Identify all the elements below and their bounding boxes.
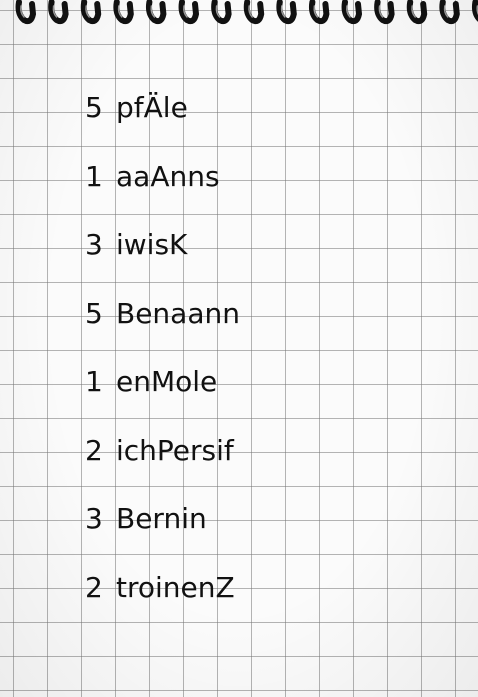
- list-item: 5 Benaann: [85, 294, 240, 363]
- spiral-binding-icon: [15, 0, 478, 25]
- list-item: 1 aaAnns: [85, 157, 240, 226]
- notebook-page: 5 pfÄle 1 aaAnns 3 iwisK 5 Benaann 1 enMole 2…: [0, 0, 478, 697]
- item-quantity: 1: [85, 159, 103, 193]
- item-word: iwisK: [116, 228, 188, 261]
- list-item: 1 enMole: [85, 362, 240, 431]
- item-quantity: 5: [85, 296, 103, 330]
- item-word: troinenZ: [116, 570, 235, 604]
- item-quantity: 2: [85, 570, 103, 604]
- item-quantity: 5: [85, 91, 103, 124]
- item-word: enMole: [116, 365, 218, 398]
- item-word: Benaann: [116, 296, 240, 330]
- list-item: 2 troinenZ: [85, 568, 240, 637]
- item-word: pfÄle: [116, 91, 188, 124]
- item-quantity: 1: [85, 365, 103, 398]
- item-quantity: 3: [85, 502, 103, 535]
- word-list: 5 pfÄle 1 aaAnns 3 iwisK 5 Benaann 1 enMole 2…: [85, 88, 240, 636]
- list-item: 3 iwisK: [85, 225, 240, 294]
- item-quantity: 2: [85, 433, 103, 467]
- item-word: aaAnns: [116, 159, 220, 193]
- item-word: Bernin: [116, 502, 207, 535]
- item-word: ichPersif: [116, 433, 234, 467]
- list-item: 3 Bernin: [85, 499, 240, 568]
- item-quantity: 3: [85, 228, 103, 261]
- list-item: 5 pfÄle: [85, 88, 240, 157]
- list-item: 2 ichPersif: [85, 431, 240, 500]
